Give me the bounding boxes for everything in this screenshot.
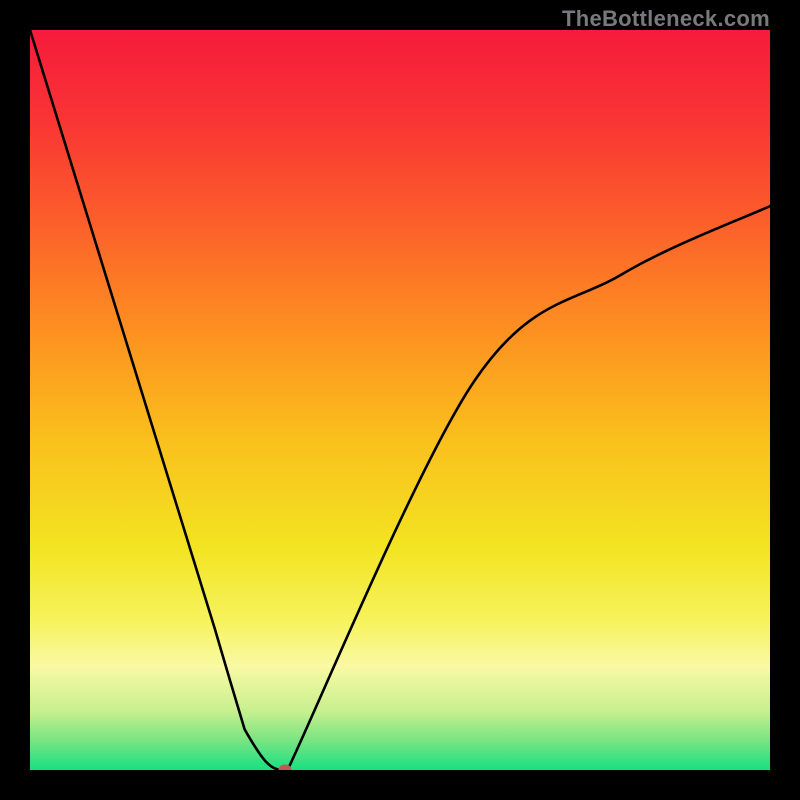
optimum-marker-icon — [279, 765, 292, 771]
watermark-text: TheBottleneck.com — [562, 6, 770, 32]
plot-area — [30, 30, 770, 770]
chart-frame: TheBottleneck.com — [0, 0, 800, 800]
bottleneck-curve — [30, 30, 770, 770]
